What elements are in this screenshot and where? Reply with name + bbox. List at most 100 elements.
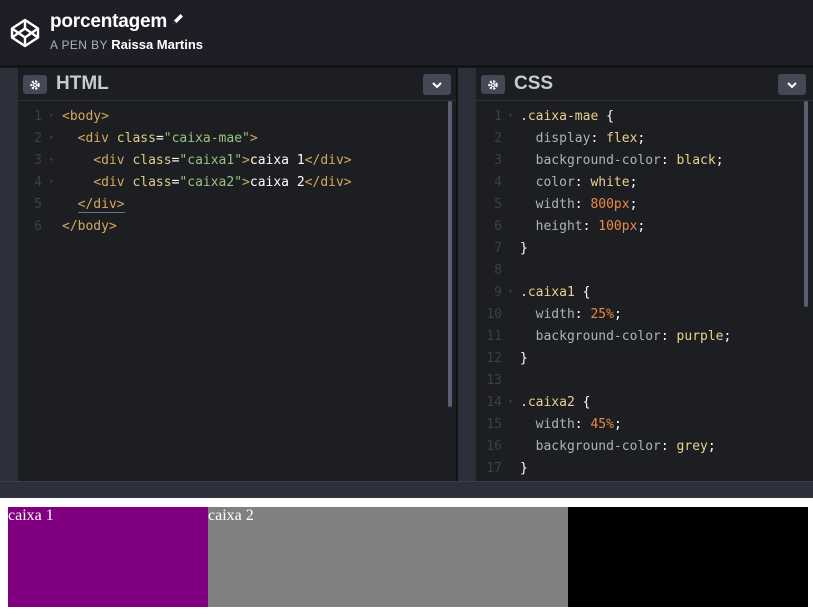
code-token: }: [520, 351, 528, 366]
line-number: 11: [486, 329, 502, 344]
fold-arrow-icon[interactable]: ▾: [49, 149, 54, 171]
code-text: .caixa-mae {: [520, 106, 614, 128]
html-settings-button[interactable]: [23, 75, 47, 94]
code-token: :: [660, 329, 677, 344]
code-token: ;: [707, 439, 716, 454]
code-token: width: [535, 197, 575, 212]
gear-icon: [30, 79, 40, 90]
code-token: ;: [613, 417, 622, 432]
code-token: caixa 1: [249, 153, 305, 168]
code-token: }: [520, 241, 528, 256]
css-scrollbar[interactable]: [804, 101, 808, 307]
fold-arrow-icon[interactable]: ▾: [508, 105, 513, 127]
code-token: 25%: [590, 307, 614, 322]
code-token: <div: [93, 175, 133, 190]
code-token: purple: [676, 329, 724, 344]
code-token: ;: [613, 307, 622, 322]
code-token: width: [535, 307, 575, 322]
line-number: 2: [34, 131, 42, 146]
css-settings-button[interactable]: [481, 75, 505, 94]
code-token: flex: [606, 131, 638, 146]
pen-title-text[interactable]: porcentagem: [50, 11, 167, 32]
code-token: .caixa-mae: [520, 109, 599, 124]
code-token: height: [535, 219, 583, 234]
pen-title[interactable]: porcentagem: [50, 11, 185, 33]
code-token: .caixa1: [520, 285, 575, 300]
code-token: class: [132, 153, 172, 168]
css-collapse-button[interactable]: [778, 74, 806, 95]
fold-arrow-icon[interactable]: ▾: [49, 105, 54, 127]
line-number: 5: [494, 197, 502, 212]
code-token: </div>: [304, 175, 352, 190]
line-number: 8: [494, 263, 502, 278]
code-text: color: white;: [520, 172, 638, 194]
code-token: >: [249, 131, 258, 146]
pencil-icon[interactable]: [171, 12, 185, 26]
code-token: ;: [723, 329, 732, 344]
code-token: :: [574, 175, 591, 190]
line-number: 15: [486, 417, 502, 432]
code-token: ;: [715, 153, 724, 168]
code-token: ;: [637, 131, 646, 146]
code-text: <body>: [62, 106, 109, 128]
code-token: :: [574, 417, 591, 432]
html-scrollbar[interactable]: [448, 101, 452, 407]
code-token: :: [590, 131, 607, 146]
code-token: </body>: [62, 219, 117, 234]
top-bar: porcentagem A PEN BY Raissa Martins: [0, 0, 813, 65]
code-token: "caixa-mae": [163, 131, 250, 146]
left-resize-handle[interactable]: [0, 68, 18, 481]
code-text: width: 45%;: [520, 414, 622, 436]
code-token: black: [676, 153, 716, 168]
code-token: "caixa1": [179, 153, 243, 168]
html-collapse-button[interactable]: [423, 74, 451, 95]
code-token: ;: [637, 219, 646, 234]
code-text: display: flex;: [520, 128, 646, 150]
author-link[interactable]: Raissa Martins: [111, 37, 203, 52]
code-token: :: [660, 439, 677, 454]
pen-by-label: A PEN BY: [50, 38, 108, 52]
html-panel-header: HTML: [18, 68, 456, 101]
fold-arrow-icon[interactable]: ▾: [508, 391, 513, 413]
line-number: 1: [34, 109, 42, 124]
line-number: 17: [486, 461, 502, 476]
code-token: ;: [629, 175, 638, 190]
gear-icon: [488, 79, 498, 90]
code-text: .caixa2 {: [520, 392, 590, 414]
pen-byline: A PEN BY Raissa Martins: [50, 37, 203, 52]
code-text: }: [520, 238, 528, 260]
code-token: :: [574, 307, 591, 322]
preview-resize-bar[interactable]: [0, 481, 813, 498]
code-token: 45%: [590, 417, 614, 432]
code-text: .caixa1 {: [520, 282, 590, 304]
codepen-logo-icon[interactable]: [9, 17, 41, 49]
code-token: background-color: [535, 153, 661, 168]
code-text: background-color: black;: [520, 150, 724, 172]
fold-arrow-icon[interactable]: ▾: [49, 127, 54, 149]
code-text: background-color: purple;: [520, 326, 732, 348]
code-token: color: [535, 175, 575, 190]
code-text: }: [520, 348, 528, 370]
code-text: }: [520, 458, 528, 480]
code-token: :: [582, 219, 599, 234]
line-number: 13: [486, 373, 502, 388]
line-number: 16: [486, 439, 502, 454]
fold-arrow-icon[interactable]: ▾: [49, 171, 54, 193]
line-number: 4: [494, 175, 502, 190]
middle-resize-handle[interactable]: [458, 68, 476, 481]
fold-arrow-icon[interactable]: ▾: [508, 281, 513, 303]
code-text: width: 800px;: [520, 194, 638, 216]
line-number: 6: [494, 219, 502, 234]
code-token: >: [242, 175, 250, 190]
code-token: }: [520, 461, 528, 476]
